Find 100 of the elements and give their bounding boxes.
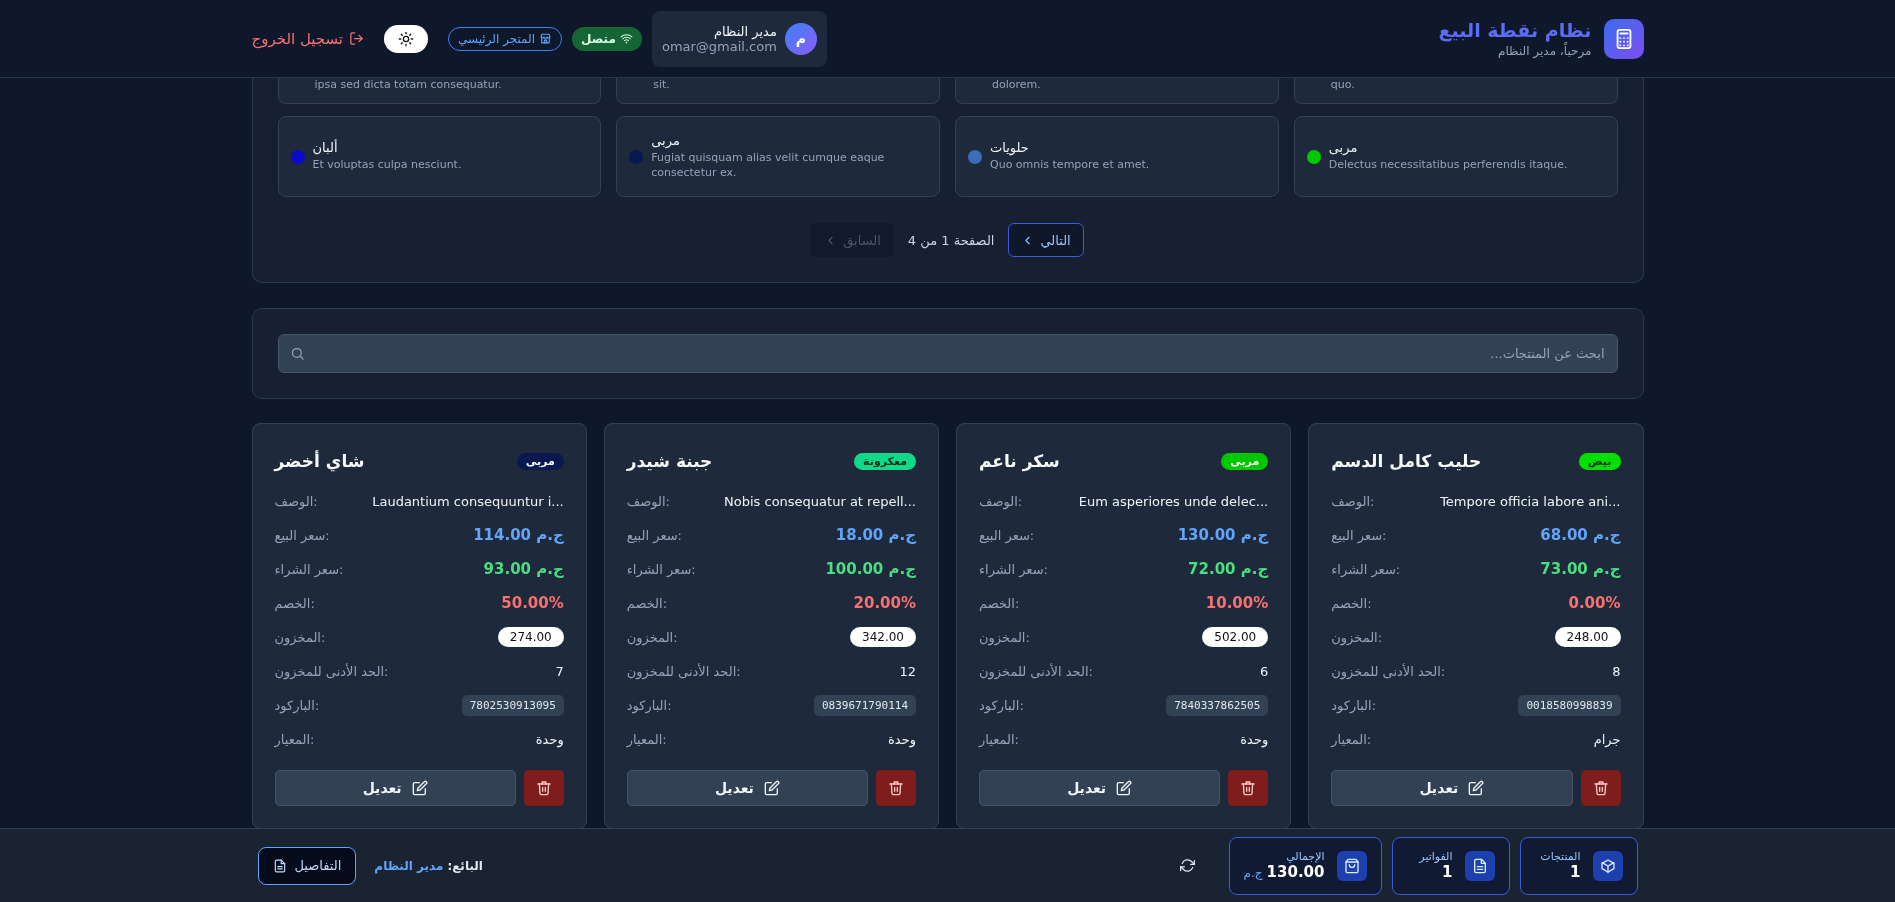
edit-icon bbox=[1116, 780, 1133, 796]
category-description: Delectus necessitatibus perferendis itaque. bbox=[1328, 157, 1568, 173]
discount-value: 50.00% bbox=[501, 594, 564, 612]
field-label: سعر البيع: bbox=[979, 527, 1035, 543]
description-value: Laudantium consequuntur i... bbox=[372, 493, 564, 509]
field-label: سعر البيع: bbox=[1331, 527, 1387, 543]
field-label: الوصف: bbox=[274, 493, 318, 509]
document-icon bbox=[1471, 857, 1488, 874]
field-value: 7 bbox=[555, 663, 564, 679]
search-field[interactable]: ابحث عن المنتجات... bbox=[277, 334, 1618, 373]
category-name: مربى bbox=[1328, 140, 1359, 156]
product-name: شاي أخضر bbox=[274, 451, 365, 471]
next-button[interactable]: التالي bbox=[1008, 223, 1084, 257]
discount-value: 20.00% bbox=[853, 594, 916, 612]
search-icon bbox=[289, 346, 305, 361]
sun-icon bbox=[398, 30, 415, 47]
discount-value: 10.00% bbox=[1205, 594, 1269, 612]
category-description: Et voluptas culpa nesciunt. bbox=[312, 157, 462, 173]
delete-button[interactable] bbox=[876, 770, 916, 806]
stat-label: الفواتير bbox=[1419, 850, 1453, 863]
trash-icon bbox=[535, 780, 552, 796]
category-tag: بيض bbox=[1578, 452, 1621, 470]
trash-icon bbox=[1592, 780, 1609, 796]
sale-price: 68.00 ج.م bbox=[1540, 526, 1621, 544]
field-label: الحد الأدنى للمخزون: bbox=[1331, 663, 1446, 679]
edit-button[interactable]: تعديل bbox=[626, 770, 868, 806]
description-value: Tempore officia labore ani... bbox=[1440, 493, 1621, 509]
previous-button: السابق bbox=[811, 223, 894, 257]
user-email: omar@gmail.com bbox=[661, 38, 777, 54]
stock-value: 342.00 bbox=[850, 627, 916, 647]
wifi-icon bbox=[619, 32, 633, 45]
refresh-button[interactable] bbox=[1179, 858, 1195, 873]
stat-label: المنتجات bbox=[1540, 850, 1581, 863]
field-label: سعر الشراء: bbox=[1331, 561, 1401, 577]
barcode-value: 0018580998839 bbox=[1518, 694, 1621, 716]
stock-value: 248.00 bbox=[1554, 627, 1621, 647]
delete-button[interactable] bbox=[523, 770, 564, 806]
stat-value: 130.00 bbox=[1266, 863, 1325, 881]
sale-price: 130.00 ج.م bbox=[1177, 526, 1269, 544]
field-value: 6 bbox=[1259, 663, 1269, 679]
edit-button[interactable]: تعديل bbox=[1331, 770, 1573, 806]
field-label: المعيار: bbox=[1331, 731, 1372, 747]
seller-name: مدير النظام bbox=[374, 858, 444, 873]
sale-price: 114.00 ج.م bbox=[473, 526, 564, 544]
field-label: المخزون: bbox=[1331, 629, 1383, 645]
delete-button[interactable] bbox=[1228, 770, 1269, 806]
category-description: quo. bbox=[1293, 78, 1618, 104]
details-button[interactable]: التفاصيل bbox=[257, 846, 357, 885]
welcome-text: مرحباً، مدير النظام bbox=[1497, 43, 1592, 58]
field-value: 8 bbox=[1612, 663, 1621, 679]
category-description: sit. bbox=[616, 78, 940, 104]
category-tag: مربى bbox=[1221, 452, 1269, 470]
field-value: وحدة bbox=[1240, 731, 1269, 747]
product-name: سكر ناعم bbox=[979, 451, 1060, 471]
field-label: سعر الشراء: bbox=[626, 561, 696, 577]
category-description: Fugiat quisquam alias velit cumque eaque consectetur ex. bbox=[651, 149, 886, 181]
category-tag: معكرونة bbox=[854, 452, 916, 470]
field-label: الخصم: bbox=[626, 595, 668, 611]
store-icon bbox=[539, 32, 553, 45]
stock-value: 502.00 bbox=[1202, 627, 1269, 647]
discount-value: 0.00% bbox=[1568, 594, 1621, 612]
page-info: الصفحة 1 من 4 bbox=[907, 232, 995, 248]
field-label: المخزون: bbox=[626, 629, 678, 645]
field-label: الوصف: bbox=[979, 493, 1023, 509]
stat-value: 1 bbox=[1570, 863, 1581, 881]
purchase-price: 72.00 ج.م bbox=[1188, 560, 1269, 578]
trash-icon bbox=[1240, 780, 1257, 796]
field-label: المخزون: bbox=[274, 629, 326, 645]
category-description: Quo omnis tempore et amet. bbox=[990, 157, 1150, 173]
field-label: سعر الشراء: bbox=[979, 561, 1048, 577]
category-description: ipsa sed dicta totam consequatur. bbox=[277, 78, 602, 104]
sale-price: 18.00 ج.م bbox=[835, 526, 916, 544]
seller-label: البائع: bbox=[447, 858, 483, 873]
field-label: الحد الأدنى للمخزون: bbox=[979, 663, 1093, 679]
user-name: مدير النظام bbox=[712, 23, 777, 39]
category-name: حلويات bbox=[990, 140, 1030, 156]
field-label: الخصم: bbox=[979, 595, 1020, 611]
purchase-price: 93.00 ج.م bbox=[483, 560, 564, 578]
field-label: الحد الأدنى للمخزون: bbox=[626, 663, 741, 679]
theme-toggle[interactable] bbox=[384, 24, 429, 53]
field-label: الباركود: bbox=[274, 697, 320, 713]
logout-button[interactable]: تسجيل الخروج bbox=[251, 29, 365, 48]
field-label: الباركود: bbox=[979, 697, 1024, 713]
field-label: المخزون: bbox=[979, 629, 1030, 645]
edit-button[interactable]: تعديل bbox=[979, 770, 1221, 806]
delete-button[interactable] bbox=[1580, 770, 1621, 806]
edit-icon bbox=[763, 780, 780, 796]
barcode-value: 7840337862505 bbox=[1166, 694, 1269, 716]
field-label: سعر البيع: bbox=[626, 527, 682, 543]
edit-button[interactable]: تعديل bbox=[274, 770, 516, 806]
box-icon bbox=[1599, 857, 1616, 874]
category-description: dolorem. bbox=[955, 78, 1279, 104]
refresh-icon bbox=[1179, 858, 1195, 873]
field-label: المعيار: bbox=[626, 731, 667, 747]
logout-icon bbox=[349, 31, 365, 46]
product-name: حليب كامل الدسم bbox=[1331, 451, 1482, 471]
stock-value: 274.00 bbox=[497, 627, 564, 647]
shopping-bag-icon bbox=[1343, 857, 1360, 874]
field-label: الحد الأدنى للمخزون: bbox=[274, 663, 389, 679]
field-label: الخصم: bbox=[1331, 595, 1372, 611]
